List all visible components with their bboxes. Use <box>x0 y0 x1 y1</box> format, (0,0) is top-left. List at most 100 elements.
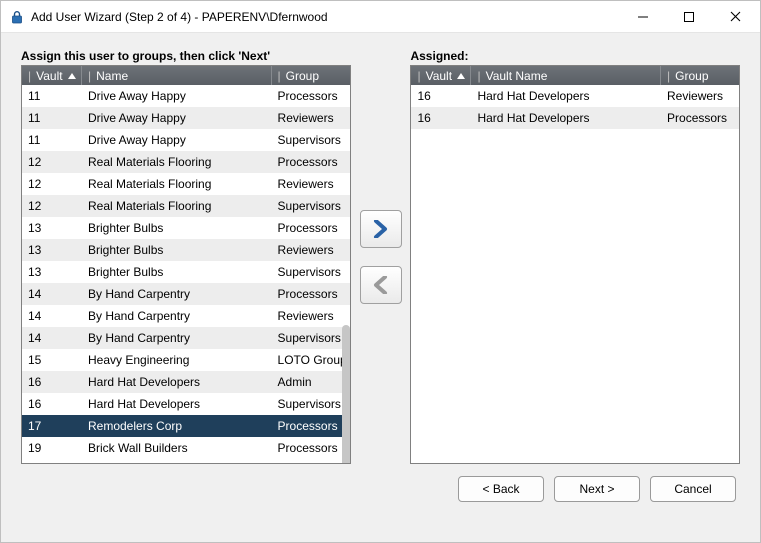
cell-group: Reviewers <box>272 111 350 125</box>
table-row[interactable]: 16Hard Hat DevelopersAdmin <box>22 371 350 393</box>
cell-name: Brick Wall Builders <box>82 441 272 455</box>
next-button[interactable]: Next > <box>554 476 640 502</box>
cell-vault: 12 <box>22 199 82 213</box>
cell-vault: 13 <box>22 265 82 279</box>
cell-vault: 13 <box>22 221 82 235</box>
scrollbar-thumb[interactable] <box>342 325 350 463</box>
col-group-header[interactable]: |Group <box>272 66 350 85</box>
cell-group: Processors <box>272 89 350 103</box>
cell-name: Brighter Bulbs <box>82 221 272 235</box>
close-button[interactable] <box>712 2 758 32</box>
cell-vault: 16 <box>22 397 82 411</box>
cell-vault: 16 <box>411 111 471 125</box>
table-row[interactable]: 15Heavy EngineeringLOTO Group <box>22 349 350 371</box>
cell-vault: 14 <box>22 287 82 301</box>
table-row[interactable]: 14By Hand CarpentryProcessors <box>22 283 350 305</box>
content-area: Assign this user to groups, then click '… <box>1 33 760 542</box>
cell-vault: 14 <box>22 331 82 345</box>
sort-asc-icon <box>457 73 465 79</box>
col-name-header[interactable]: |Name <box>82 66 272 85</box>
cell-vault: 19 <box>22 441 82 455</box>
cell-name: Real Materials Flooring <box>82 177 272 191</box>
cell-group: Supervisors <box>272 133 350 147</box>
table-row[interactable]: 14By Hand CarpentrySupervisors <box>22 327 350 349</box>
cell-vault: 11 <box>22 111 82 125</box>
cell-group: LOTO Group <box>272 353 350 367</box>
cell-vault: 16 <box>411 89 471 103</box>
cell-group: Supervisors <box>272 199 350 213</box>
back-button[interactable]: < Back <box>458 476 544 502</box>
table-row[interactable]: 16Hard Hat DevelopersSupervisors <box>22 393 350 415</box>
cell-vault: 17 <box>22 419 82 433</box>
cell-group: Processors <box>272 419 350 433</box>
col-name-header[interactable]: |Vault Name <box>471 66 661 85</box>
cell-name: Hard Hat Developers <box>471 89 661 103</box>
assigned-groups-label: Assigned: <box>410 49 740 63</box>
cancel-button[interactable]: Cancel <box>650 476 736 502</box>
table-row[interactable]: 16Hard Hat DevelopersProcessors <box>411 107 739 129</box>
minimize-button[interactable] <box>620 2 666 32</box>
cell-group: Processors <box>272 155 350 169</box>
cell-vault: 12 <box>22 155 82 169</box>
cell-name: Remodelers Corp <box>82 419 272 433</box>
cell-name: Drive Away Happy <box>82 89 272 103</box>
cell-vault: 11 <box>22 133 82 147</box>
cell-group: Supervisors <box>272 331 350 345</box>
maximize-button[interactable] <box>666 2 712 32</box>
sort-asc-icon <box>68 73 76 79</box>
table-row[interactable]: 14By Hand CarpentryReviewers <box>22 305 350 327</box>
titlebar: Add User Wizard (Step 2 of 4) - PAPERENV… <box>1 1 760 33</box>
cell-vault: 13 <box>22 243 82 257</box>
cell-name: By Hand Carpentry <box>82 287 272 301</box>
available-groups-panel: Assign this user to groups, then click '… <box>21 49 351 464</box>
cell-group: Supervisors <box>272 397 350 411</box>
table-row[interactable]: 11Drive Away HappySupervisors <box>22 129 350 151</box>
table-row[interactable]: 13Brighter BulbsReviewers <box>22 239 350 261</box>
wizard-footer: < Back Next > Cancel <box>21 464 740 506</box>
table-row[interactable]: 19Brick Wall BuildersProcessors <box>22 437 350 459</box>
cell-vault: 11 <box>22 89 82 103</box>
cell-name: Brighter Bulbs <box>82 265 272 279</box>
cell-group: Reviewers <box>661 89 739 103</box>
col-vault-header[interactable]: |Vault <box>411 66 471 85</box>
table-row[interactable]: 16Hard Hat DevelopersReviewers <box>411 85 739 107</box>
cell-name: Hard Hat Developers <box>82 375 272 389</box>
col-vault-header[interactable]: |Vault <box>22 66 82 85</box>
cell-name: Heavy Engineering <box>82 353 272 367</box>
assigned-columns-header[interactable]: |Vault |Vault Name |Group <box>411 66 739 85</box>
add-button[interactable] <box>360 210 402 248</box>
cell-name: Drive Away Happy <box>82 133 272 147</box>
assigned-groups-list[interactable]: |Vault |Vault Name |Group 16Hard Hat Dev… <box>410 65 740 464</box>
assigned-groups-panel: Assigned: |Vault |Vault Name |Group 16Ha… <box>410 49 740 464</box>
cell-name: Real Materials Flooring <box>82 155 272 169</box>
cell-group: Processors <box>272 221 350 235</box>
cell-name: Hard Hat Developers <box>471 111 661 125</box>
table-row[interactable]: 12Real Materials FlooringProcessors <box>22 151 350 173</box>
cell-vault: 15 <box>22 353 82 367</box>
cell-vault: 16 <box>22 375 82 389</box>
cell-group: Reviewers <box>272 309 350 323</box>
table-row[interactable]: 13Brighter BulbsProcessors <box>22 217 350 239</box>
cell-group: Processors <box>272 287 350 301</box>
table-row[interactable]: 11Drive Away HappyReviewers <box>22 107 350 129</box>
cell-group: Processors <box>272 441 350 455</box>
lock-icon <box>9 9 25 25</box>
table-row[interactable]: 12Real Materials FlooringSupervisors <box>22 195 350 217</box>
col-group-header[interactable]: |Group <box>661 66 739 85</box>
table-row[interactable]: 12Real Materials FlooringReviewers <box>22 173 350 195</box>
cell-vault: 12 <box>22 177 82 191</box>
table-row[interactable]: 13Brighter BulbsSupervisors <box>22 261 350 283</box>
available-groups-label: Assign this user to groups, then click '… <box>21 49 351 63</box>
cell-name: Real Materials Flooring <box>82 199 272 213</box>
cell-vault: 14 <box>22 309 82 323</box>
available-groups-list[interactable]: |Vault |Name |Group 11Drive Away HappyPr… <box>21 65 351 464</box>
chevron-left-icon <box>373 276 389 294</box>
available-columns-header[interactable]: |Vault |Name |Group <box>22 66 350 85</box>
cell-group: Reviewers <box>272 243 350 257</box>
window-title: Add User Wizard (Step 2 of 4) - PAPERENV… <box>31 10 328 24</box>
cell-group: Processors <box>661 111 739 125</box>
table-row[interactable]: 17Remodelers CorpProcessors <box>22 415 350 437</box>
remove-button[interactable] <box>360 266 402 304</box>
transfer-buttons <box>351 49 411 464</box>
table-row[interactable]: 11Drive Away HappyProcessors <box>22 85 350 107</box>
